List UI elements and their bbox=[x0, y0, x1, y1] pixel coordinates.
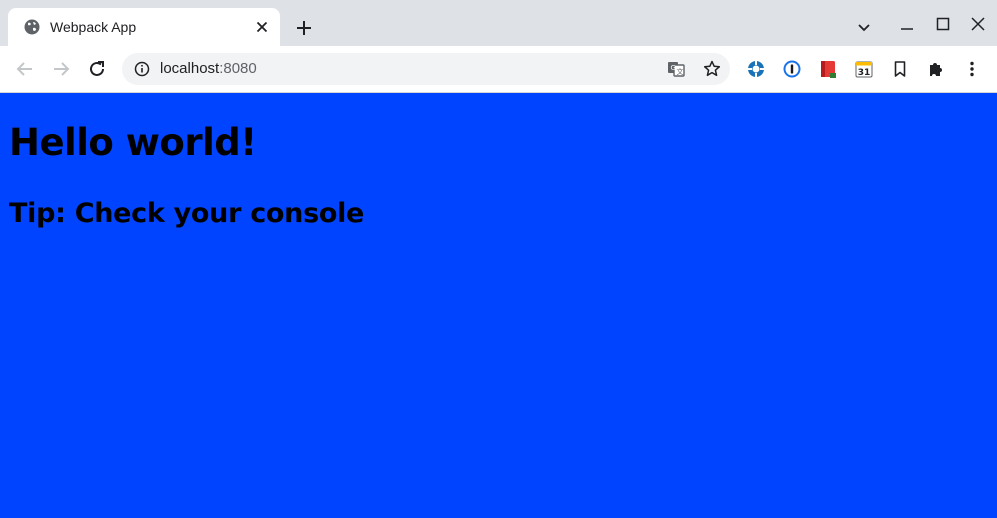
bookmark-icon[interactable] bbox=[890, 59, 910, 79]
globe-icon bbox=[24, 19, 40, 35]
address-bar[interactable]: localhost:8080 G 文 bbox=[122, 53, 730, 85]
calendar-extension-icon[interactable]: 31 bbox=[854, 59, 874, 79]
svg-text:G: G bbox=[671, 64, 676, 72]
reload-button[interactable] bbox=[86, 58, 108, 80]
minimize-button[interactable] bbox=[896, 13, 918, 35]
new-tab-button[interactable] bbox=[293, 17, 315, 39]
svg-text:文: 文 bbox=[677, 67, 684, 76]
forward-button[interactable] bbox=[50, 58, 72, 80]
maximize-button[interactable] bbox=[932, 13, 954, 35]
page-content: Hello world! Tip: Check your console bbox=[0, 93, 997, 518]
url-host: localhost bbox=[160, 60, 220, 77]
menu-icon[interactable] bbox=[962, 59, 982, 79]
tab-webpack-app[interactable]: Webpack App bbox=[8, 8, 280, 46]
page-heading: Hello world! bbox=[9, 121, 257, 164]
star-icon[interactable] bbox=[702, 59, 722, 79]
tip-text: Tip: Check your console bbox=[9, 198, 365, 229]
tab-title: Webpack App bbox=[50, 19, 137, 35]
puzzle-icon[interactable] bbox=[926, 59, 946, 79]
translate-icon[interactable]: G 文 bbox=[666, 59, 686, 79]
info-icon[interactable] bbox=[134, 61, 150, 77]
book-extension-icon[interactable] bbox=[818, 59, 838, 79]
url-text[interactable]: localhost:8080 bbox=[160, 60, 257, 78]
password-manager-icon[interactable] bbox=[782, 59, 802, 79]
back-button[interactable] bbox=[14, 58, 36, 80]
calendar-day: 31 bbox=[858, 68, 871, 78]
close-window-button[interactable] bbox=[967, 13, 989, 35]
close-icon[interactable] bbox=[253, 18, 271, 36]
crosshair-extension-icon[interactable] bbox=[746, 59, 766, 79]
chevron-down-icon[interactable] bbox=[855, 18, 873, 36]
tab-strip: Webpack App bbox=[0, 0, 997, 46]
url-port: :8080 bbox=[219, 60, 257, 77]
browser-toolbar: localhost:8080 G 文 31 bbox=[0, 46, 997, 93]
